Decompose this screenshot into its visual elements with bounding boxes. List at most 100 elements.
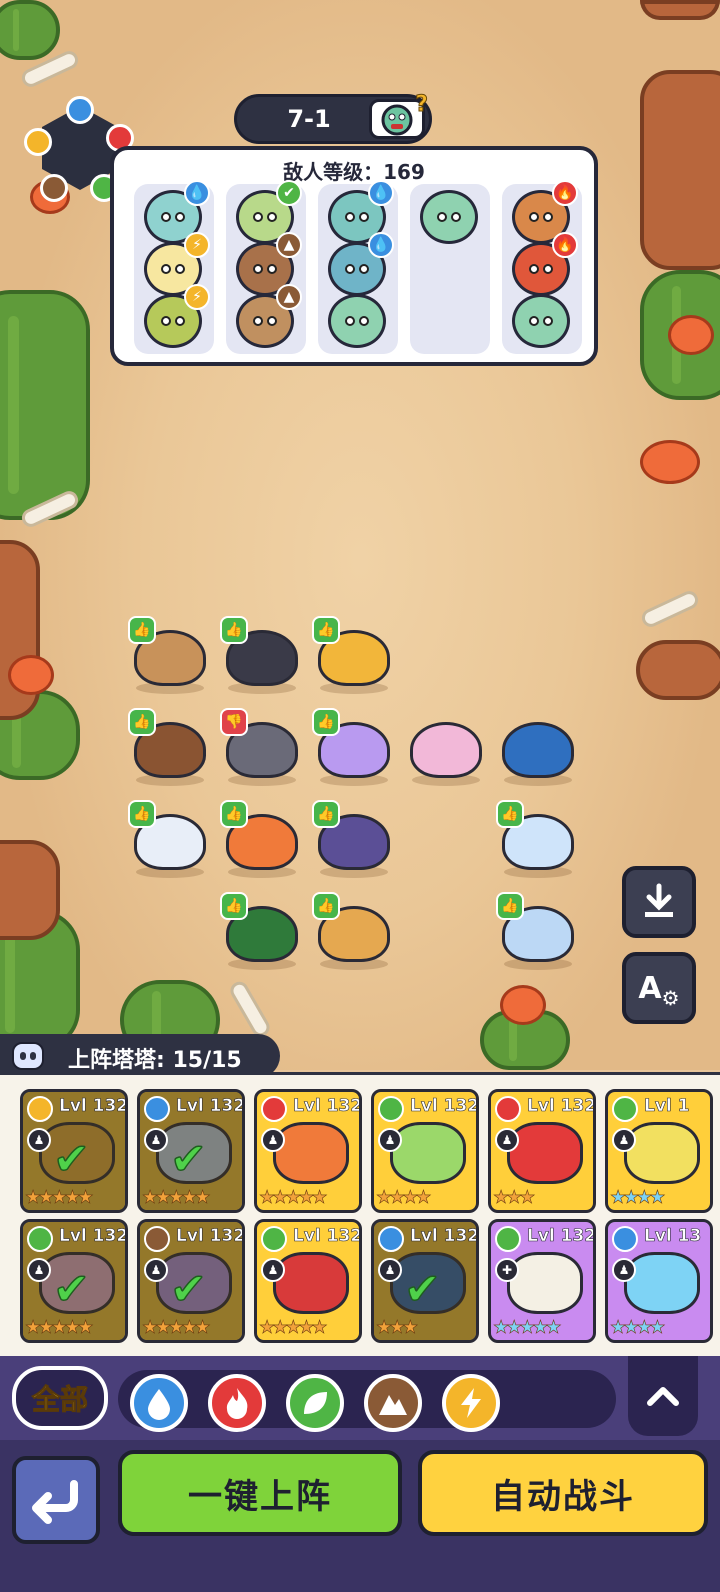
bone-decoration [227,978,273,1040]
role-icon: ✚ [495,1258,519,1282]
pet-level: Lvl 132 [176,1226,245,1247]
formation-unit[interactable]: 👍 [128,800,212,878]
pet-card[interactable]: Lvl 132 ♟ ★★★★★ ✔ [137,1219,245,1343]
role-icon: ♟ [144,1128,168,1152]
filter-earth-button[interactable] [364,1374,422,1432]
download-button[interactable] [622,866,696,938]
bolt-icon: ⚡ [184,232,210,258]
thumbs-up-icon: 👍 [128,616,156,644]
thumbs-up-icon: 👍 [312,892,340,920]
pet-card[interactable]: Lvl 1 ♟ ★★★★ [605,1089,713,1213]
bolt-icon [27,1096,53,1122]
check-icon: ✔ [52,1263,90,1316]
collapse-button[interactable] [628,1356,698,1436]
formation-unit[interactable]: 👍 [128,708,212,786]
pet-card[interactable]: Lvl 132 ♟ ★★★★★ [254,1219,362,1343]
rock-decoration [0,840,60,940]
check-icon: ✔ [169,1263,207,1316]
pet-card[interactable]: Lvl 132 ♟ ★★★★★ ✔ [20,1089,128,1213]
formation-unit[interactable]: 👍 [312,800,396,878]
auto-battle-button[interactable]: 自动战斗 [418,1450,708,1536]
role-icon: ♟ [261,1258,285,1282]
check-icon: ✔ [169,1133,207,1186]
back-button[interactable] [12,1456,100,1544]
quick-deploy-button[interactable]: 一键上阵 [118,1450,402,1536]
thumbs-up-icon: 👍 [220,892,248,920]
filter-all-button[interactable]: 全部 [12,1366,108,1430]
formation-unit[interactable] [404,708,488,786]
formation-unit[interactable]: 👍 [220,892,304,970]
pet-card[interactable]: Lvl 13 ♟ ★★★★ [605,1219,713,1343]
thumbs-up-icon: 👍 [220,800,248,828]
formation-unit[interactable]: 👎 [220,708,304,786]
pet-card[interactable]: Lvl 132 ♟ ★★★★★ ✔ [137,1089,245,1213]
boss-preview-icon[interactable]: ? [369,92,428,139]
fire-icon: 🔥 [552,180,578,206]
pet-card[interactable]: Lvl 132 ✚ ★★★★★ [488,1219,596,1343]
leaf-icon [261,1226,287,1252]
thumbs-up-icon: 👍 [128,800,156,828]
formation-unit[interactable]: 👍 [312,708,396,786]
chevron-up-icon [647,1387,679,1406]
enemy-avatar [420,190,478,244]
role-icon: ♟ [27,1128,51,1152]
formation-unit[interactable] [496,708,580,786]
water-icon [66,96,94,124]
battlefield: 7-1 ? 敌人等级：169 💧 ⚡ ⚡ ✔ ▲ ▲ 💧 💧 🔥 🔥 👍 👍 👍… [0,0,720,1070]
cactus-decoration [0,0,60,60]
pet-roster[interactable]: Lvl 132 ♟ ★★★★★ ✔ Lvl 132 ♟ ★★★★★ ✔ Lvl 13… [0,1072,720,1356]
download-icon [645,883,673,917]
formation-unit[interactable]: 👍 [312,616,396,694]
rock-decoration [636,640,720,700]
water-icon [148,1389,170,1420]
check-icon: ✔ [52,1133,90,1186]
formation-unit[interactable]: 👍 [220,616,304,694]
enemy-avatar [328,294,386,348]
leaf-icon: ✔ [276,180,302,206]
formation-unit[interactable]: 👍 [496,800,580,878]
filter-fire-button[interactable] [208,1374,266,1432]
leaf-icon [304,1392,327,1414]
check-icon: ✔ [403,1263,441,1316]
leaf-icon [27,1226,53,1252]
formation-unit[interactable]: 👍 [220,800,304,878]
pet-level: Lvl 132 [410,1096,479,1117]
enemy-level-label: 敌人等级：169 [283,160,425,184]
flower-decoration [640,440,700,484]
stage-label: 7-1 [287,105,331,133]
star-rating: ★★★★★ [259,1317,328,1338]
earth-icon [144,1226,170,1252]
enemy-preview-panel: 敌人等级：169 💧 ⚡ ⚡ ✔ ▲ ▲ 💧 💧 🔥 🔥 [110,146,598,366]
formation-unit[interactable]: 👍 [496,892,580,970]
leaf-icon [612,1096,638,1122]
auto-settings-button[interactable]: A ⚙ [622,952,696,1024]
pet-level: Lvl 132 [176,1096,245,1117]
thumbs-up-icon: 👍 [496,892,524,920]
cactus-decoration [0,290,90,520]
role-icon: ♟ [27,1258,51,1282]
pet-level: Lvl 132 [59,1226,128,1247]
bottom-actions: 一键上阵 自动战斗 [0,1440,720,1592]
pet-card[interactable]: Lvl 132 ♟ ★★★★★ [254,1089,362,1213]
filter-bolt-button[interactable] [442,1374,500,1432]
thumbs-up-icon: 👍 [312,800,340,828]
star-rating: ★★★ [493,1187,536,1208]
formation-unit[interactable]: 👍 [128,616,212,694]
pet-card[interactable]: Lvl 132 ♟ ★★★ [488,1089,596,1213]
role-icon: ♟ [612,1258,636,1282]
pet-card[interactable]: Lvl 132 ♟ ★★★★★ ✔ [20,1219,128,1343]
cat-icon [12,1042,44,1070]
rock-decoration [640,70,720,270]
filter-leaf-button[interactable] [286,1374,344,1432]
pet-level: Lvl 132 [59,1096,128,1117]
flower-decoration [668,315,714,355]
pet-card[interactable]: Lvl 132 ♟ ★★★ ✔ [371,1219,479,1343]
enemy-column [410,184,490,354]
pet-card[interactable]: Lvl 132 ♟ ★★★★ [371,1089,479,1213]
leaf-icon [495,1226,521,1252]
formation-unit[interactable]: 👍 [312,892,396,970]
enemy-avatar [512,294,570,348]
role-icon: ♟ [612,1128,636,1152]
auto-battle-label: 自动战斗 [491,1476,635,1517]
filter-water-button[interactable] [130,1374,188,1432]
